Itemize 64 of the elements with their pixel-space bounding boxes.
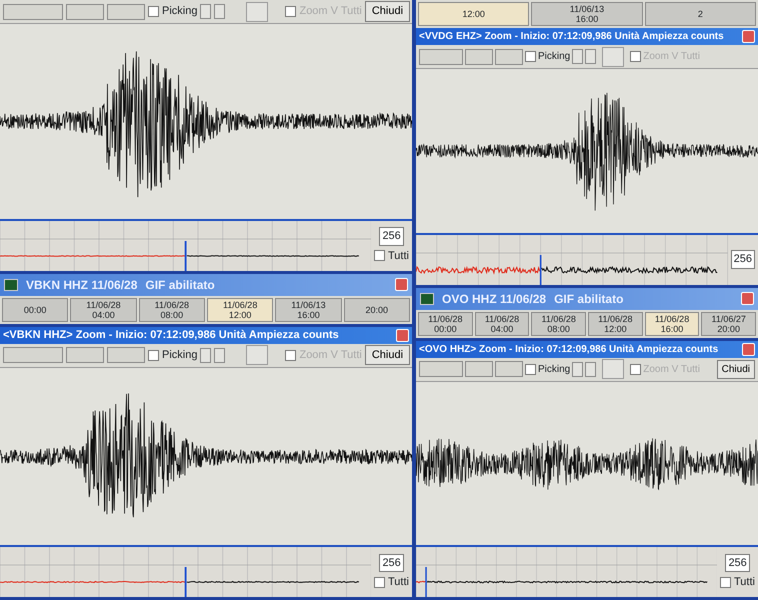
- station-title: OVO HHZ 11/06/28: [442, 290, 546, 308]
- input-field[interactable]: [66, 4, 104, 20]
- input-field[interactable]: [465, 48, 493, 64]
- checkbox[interactable]: [374, 576, 386, 588]
- all-label: Tutti: [734, 575, 755, 590]
- title-bar: <VVDG EHZ> Zoom - Inizio: 07:12:09,986 Unità Ampiezza counts: [416, 28, 758, 45]
- time-slot-button[interactable]: 11/06/28 16:00: [644, 312, 700, 336]
- checkbox[interactable]: [525, 364, 536, 374]
- gain-field[interactable]: 256: [379, 227, 404, 246]
- time-slot-button[interactable]: 11/06/28 04:00: [70, 298, 137, 322]
- gain-field[interactable]: 256: [730, 250, 755, 269]
- status-label: GIF abilitato: [145, 276, 216, 294]
- close-icon[interactable]: [741, 292, 754, 305]
- time-slot-button[interactable]: 11/06/28 08:00: [138, 298, 205, 322]
- input-field[interactable]: [465, 361, 493, 377]
- time-slot-button[interactable]: 11/06/13 16:00: [275, 298, 342, 322]
- picking-label: Picking: [538, 50, 570, 64]
- station-title: VBKN HHZ 11/06/28: [26, 276, 138, 294]
- input-field[interactable]: [3, 4, 63, 20]
- spinner-control[interactable]: [602, 46, 624, 66]
- picking-label: Picking: [162, 348, 198, 363]
- gain-field[interactable]: 256: [725, 554, 750, 572]
- input-field[interactable]: [495, 361, 523, 377]
- close-icon[interactable]: [742, 30, 755, 43]
- input-field[interactable]: [419, 361, 463, 377]
- input-field[interactable]: [419, 48, 463, 64]
- all-label: Tutti: [388, 575, 409, 590]
- picking-label: Picking: [538, 362, 570, 376]
- spinner-control[interactable]: [246, 345, 268, 365]
- checkbox[interactable]: [720, 576, 732, 588]
- title-bar: <VBKN HHZ> Zoom - Inizio: 07:12:09,986 Unità Ampiezza counts: [0, 326, 412, 344]
- time-slot-button[interactable]: 20:00: [344, 298, 410, 322]
- time-slot-button[interactable]: 11/06/13 16:00: [531, 2, 643, 26]
- input-field[interactable]: [107, 4, 145, 20]
- time-slot-button[interactable]: 11/06/28 08:00: [531, 312, 586, 336]
- input-field[interactable]: [3, 347, 63, 363]
- input-field[interactable]: [66, 347, 104, 363]
- close-icon[interactable]: [395, 278, 408, 291]
- time-slot-button[interactable]: 00:00: [2, 298, 68, 322]
- time-slot-button[interactable]: 11/06/28 00:00: [418, 312, 473, 336]
- input-field[interactable]: [107, 347, 145, 363]
- time-slot-button[interactable]: 11/06/28 12:00: [588, 312, 643, 336]
- checkbox[interactable]: [148, 6, 159, 17]
- time-slot-button[interactable]: 11/06/27 20:00: [701, 312, 756, 336]
- time-slot-button[interactable]: 12:00: [418, 2, 530, 26]
- time-slot-button[interactable]: 2: [644, 2, 756, 26]
- gain-field[interactable]: 256: [379, 554, 404, 572]
- checkbox[interactable]: [525, 51, 536, 62]
- all-label: Tutti: [388, 248, 409, 264]
- time-slot-button[interactable]: 11/06/28 04:00: [474, 312, 530, 336]
- close-icon[interactable]: [742, 342, 755, 356]
- title-bar: <OVO HHZ> Zoom - Inizio: 07:12:09,986 Unità Ampiezza counts: [416, 340, 758, 358]
- picking-label: Picking: [162, 4, 198, 20]
- close-icon[interactable]: [396, 328, 409, 342]
- time-slot-button[interactable]: 11/06/28 12:00: [206, 298, 274, 322]
- checkbox[interactable]: [374, 250, 386, 262]
- close-button[interactable]: Chiudi: [716, 360, 755, 378]
- close-button[interactable]: Chiudi: [364, 344, 410, 366]
- spinner-control[interactable]: [246, 2, 268, 22]
- spinner-control[interactable]: [602, 359, 624, 379]
- checkbox[interactable]: [148, 350, 159, 360]
- close-button[interactable]: Chiudi: [364, 1, 410, 22]
- input-field[interactable]: [495, 48, 523, 64]
- status-label: GIF abilitato: [554, 290, 624, 308]
